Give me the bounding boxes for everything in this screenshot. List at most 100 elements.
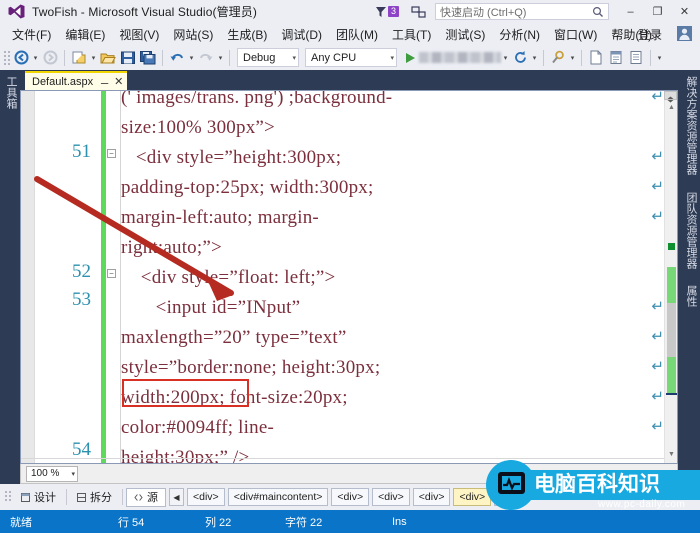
menu-item-build[interactable]: 生成(B) <box>221 24 273 45</box>
start-debugging-group[interactable]: ▾ <box>402 48 510 68</box>
dock-tab-solution-explorer[interactable]: 解决方案资源管理器 <box>683 76 699 175</box>
properties-window-icon[interactable] <box>606 48 626 68</box>
menu-item-tools[interactable]: 工具(T) <box>386 24 437 45</box>
menu-item-team[interactable]: 团队(M) <box>330 24 384 45</box>
login-link[interactable]: 登录 <box>638 26 662 43</box>
toolbox-window-icon[interactable] <box>626 48 646 68</box>
start-debug-dropdown[interactable]: ▾ <box>501 48 510 68</box>
notification-flag-icon[interactable] <box>375 6 387 18</box>
scrollbar-thumb[interactable] <box>667 303 676 357</box>
menu-item-window[interactable]: 窗口(W) <box>548 24 603 45</box>
tab-split-view[interactable]: 拆分 <box>70 488 119 507</box>
menu-item-edit[interactable]: 编辑(E) <box>59 24 111 45</box>
undo-icon[interactable] <box>167 48 187 68</box>
status-bar: 就绪 行 54 列 22 字符 22 Ins <box>0 510 700 533</box>
toolbar-separator <box>229 49 230 66</box>
send-feedback-icon[interactable] <box>411 5 427 19</box>
menu-item-analyze[interactable]: 分析(N) <box>493 24 546 45</box>
navigate-forward-icon[interactable] <box>40 48 60 68</box>
scrollbar-bookmark-marker <box>668 243 675 250</box>
refresh-icon[interactable] <box>510 48 530 68</box>
toolbar-grip[interactable] <box>3 50 11 66</box>
editor-vertical-scrollbar[interactable]: ▲ ▼ <box>664 91 677 463</box>
editor-text-surface[interactable]: (' images/trans. png') ;background- size… <box>121 91 651 463</box>
breadcrumb-tag[interactable]: <div#maincontent> <box>227 488 329 506</box>
menu-item-website[interactable]: 网站(S) <box>167 24 219 45</box>
tab-design-view[interactable]: 设计 <box>14 488 63 507</box>
word-wrap-arrow-icon: ↵ <box>651 358 664 375</box>
breadcrumb-tag[interactable]: <div> <box>187 488 225 506</box>
solution-platform-combo[interactable]: Any CPU ▾ <box>305 48 397 67</box>
find-in-files-icon[interactable] <box>548 48 568 68</box>
menu-item-test[interactable]: 测试(S) <box>439 24 491 45</box>
close-icon[interactable]: ✕ <box>114 75 123 88</box>
breadcrumb-tag-selected[interactable]: <div> <box>453 488 492 506</box>
code-line: right:auto;”> <box>121 237 222 258</box>
find-dropdown[interactable]: ▾ <box>568 48 577 68</box>
notification-area[interactable]: 3 <box>375 6 399 18</box>
zoom-level-combo[interactable]: 100 % ▾ <box>26 465 78 482</box>
save-all-icon[interactable] <box>138 48 158 68</box>
dock-tab-properties[interactable]: 属性 <box>683 285 699 307</box>
start-debug-browser-label[interactable] <box>419 52 501 63</box>
solution-configuration-combo[interactable]: Debug ▾ <box>237 48 299 67</box>
toolbar-overflow-button[interactable]: ▾ <box>655 48 664 68</box>
refresh-dropdown[interactable]: ▾ <box>530 48 539 68</box>
window-title: TwoFish - Microsoft Visual Studio(管理员) <box>32 5 257 19</box>
navigate-back-icon[interactable] <box>11 48 31 68</box>
chevron-down-icon[interactable]: ▾ <box>284 54 296 62</box>
maximize-button[interactable]: ❐ <box>644 0 671 23</box>
new-document-icon[interactable] <box>586 48 606 68</box>
word-wrap-arrow-icon: ↵ <box>651 328 664 345</box>
quick-launch-search-box[interactable]: 快速启动 (Ctrl+Q) <box>435 3 609 20</box>
new-project-icon[interactable] <box>69 48 89 68</box>
new-project-dropdown[interactable]: ▾ <box>89 48 98 68</box>
start-debug-play-icon[interactable] <box>406 52 415 63</box>
menu-item-debug[interactable]: 调试(D) <box>275 24 328 45</box>
menu-item-view[interactable]: 视图(V) <box>113 24 165 45</box>
view-bar-grip[interactable] <box>4 489 12 505</box>
editor-split-handle[interactable] <box>664 91 677 103</box>
save-icon[interactable] <box>118 48 138 68</box>
open-file-icon[interactable] <box>98 48 118 68</box>
pin-icon[interactable]: ⚊ <box>100 76 109 87</box>
redo-icon[interactable] <box>196 48 216 68</box>
menu-item-file[interactable]: 文件(F) <box>6 24 57 45</box>
redo-dropdown[interactable]: ▾ <box>216 48 225 68</box>
editor-indicator-margin <box>21 91 35 463</box>
view-bar-separator <box>122 489 123 505</box>
navigate-back-dropdown[interactable]: ▾ <box>31 48 40 68</box>
scroll-down-button[interactable]: ▼ <box>665 448 677 461</box>
dock-tab-toolbox[interactable]: 工具箱 <box>3 76 19 109</box>
undo-dropdown[interactable]: ▾ <box>187 48 196 68</box>
toolbar-separator <box>64 49 65 66</box>
quick-launch-placeholder[interactable]: 快速启动 (Ctrl+Q) <box>440 4 592 20</box>
close-button[interactable]: ✕ <box>671 0 698 23</box>
breadcrumb-tag[interactable]: <div> <box>412 488 451 506</box>
collapse-region-toggle[interactable]: − <box>107 269 116 278</box>
dock-tab-team-explorer[interactable]: 团队资源管理器 <box>683 192 699 269</box>
zoom-level-value: 100 % <box>31 468 60 479</box>
magnifier-icon[interactable] <box>592 6 604 18</box>
code-editor[interactable]: 51 52 53 54 55 − − (' images/trans. png'… <box>20 90 678 464</box>
account-icon[interactable] <box>677 26 692 41</box>
word-wrap-glyph-margin: ↵ ↵ ↵ ↵ ↵ ↵ ↵ ↵ ↵ <box>650 91 664 463</box>
breadcrumb-tag[interactable]: <div> <box>372 488 410 506</box>
line-number: 51 <box>72 141 91 162</box>
minimize-button[interactable]: – <box>617 0 644 23</box>
scroll-up-button[interactable]: ▲ <box>665 101 677 114</box>
code-line: padding-top:25px; width:300px; <box>121 177 374 198</box>
document-tab-default-aspx[interactable]: Default.aspx ⚊ ✕ <box>25 71 128 90</box>
notification-count-badge[interactable]: 3 <box>388 6 399 17</box>
solution-platform-value: Any CPU <box>311 51 357 64</box>
breadcrumb-tag[interactable]: <div> <box>331 488 370 506</box>
chevron-down-icon[interactable]: ▾ <box>382 54 394 62</box>
chevron-down-icon[interactable]: ▾ <box>71 470 75 478</box>
breadcrumb-tag[interactable]: <di <box>494 488 521 506</box>
collapse-region-toggle[interactable]: − <box>107 149 116 158</box>
breadcrumb-scroll-left-button[interactable]: ◀ <box>169 488 184 506</box>
left-dock-strip: 工具箱 <box>0 70 20 484</box>
solution-configuration-value: Debug <box>243 51 276 64</box>
tab-source-view[interactable]: 源 <box>126 487 166 507</box>
editor-change-bar <box>101 91 106 463</box>
